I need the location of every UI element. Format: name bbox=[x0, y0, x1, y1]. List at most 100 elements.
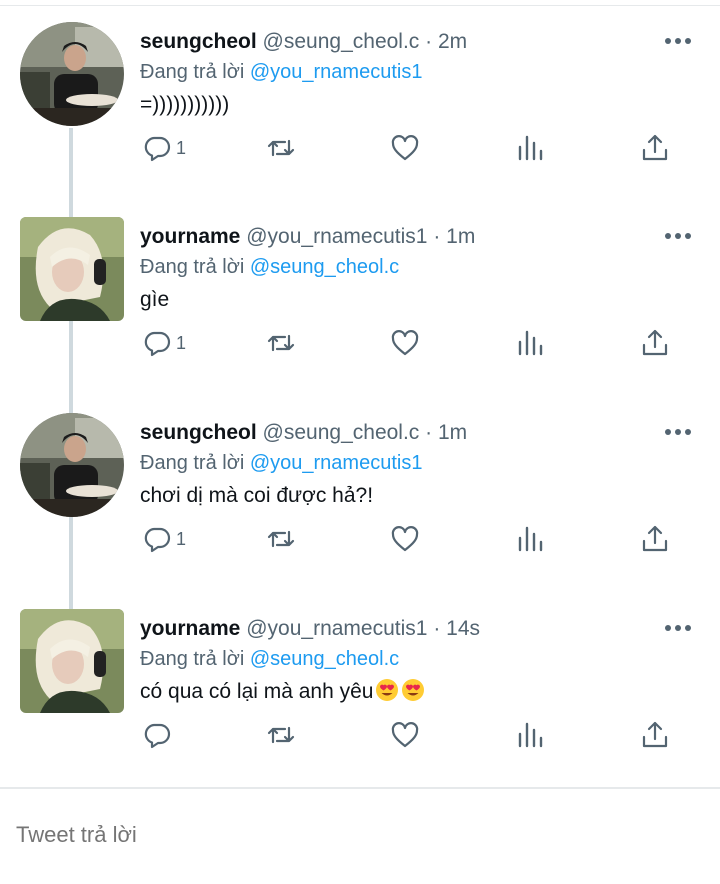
tweet-text: có qua có lại mà anh yêu bbox=[140, 677, 425, 707]
display-name[interactable]: seungcheol bbox=[140, 30, 257, 53]
retweet-button[interactable] bbox=[266, 719, 296, 751]
reply-count: 1 bbox=[176, 332, 187, 353]
reply-count: 1 bbox=[176, 137, 187, 158]
reply-button[interactable]: 1 bbox=[142, 132, 186, 164]
tweet-text: gìe bbox=[140, 288, 170, 311]
views-button[interactable] bbox=[516, 132, 546, 164]
display-name[interactable]: seungcheol bbox=[140, 421, 257, 444]
views-button[interactable] bbox=[516, 719, 546, 751]
retweet-icon bbox=[266, 720, 296, 750]
mention-link[interactable]: @you_rnamecutis1 bbox=[250, 61, 423, 83]
timestamp[interactable]: 14s bbox=[446, 617, 480, 640]
action-bar bbox=[0, 719, 720, 751]
reply-button[interactable]: 1 bbox=[142, 523, 186, 555]
more-icon[interactable] bbox=[664, 425, 692, 439]
mention-link[interactable]: @you_rnamecutis1 bbox=[250, 452, 423, 474]
tweet[interactable]: yourname @you_rnamecutis1 · 14s Đang trả… bbox=[0, 587, 720, 783]
user-handle[interactable]: @you_rnamecutis1 bbox=[246, 617, 427, 640]
heart-icon bbox=[390, 720, 420, 750]
tweet-header: seungcheol @seung_cheol.c · 1m bbox=[140, 419, 467, 447]
replying-to: Đang trả lời @seung_cheol.c bbox=[140, 645, 399, 673]
timestamp[interactable]: 2m bbox=[438, 30, 467, 53]
retweet-icon bbox=[266, 524, 296, 554]
retweet-button[interactable] bbox=[266, 523, 296, 555]
composer-divider bbox=[0, 787, 720, 789]
more-icon[interactable] bbox=[664, 621, 692, 635]
like-button[interactable] bbox=[390, 132, 420, 164]
like-button[interactable] bbox=[390, 719, 420, 751]
avatar[interactable] bbox=[20, 217, 124, 321]
reply-icon bbox=[142, 133, 172, 163]
share-icon bbox=[640, 133, 670, 163]
tweet-text-body: có qua có lại mà anh yêu bbox=[140, 680, 374, 703]
retweet-button[interactable] bbox=[266, 132, 296, 164]
retweet-button[interactable] bbox=[266, 327, 296, 359]
tweet[interactable]: yourname @you_rnamecutis1 · 1m Đang trả … bbox=[0, 195, 720, 391]
avatar[interactable] bbox=[20, 413, 124, 517]
replying-to: Đang trả lời @seung_cheol.c bbox=[140, 253, 399, 281]
mention-link[interactable]: @seung_cheol.c bbox=[250, 256, 399, 278]
tweet[interactable]: seungcheol @seung_cheol.c · 1m Đang trả … bbox=[0, 391, 720, 587]
avatar-photo-yourname bbox=[20, 609, 124, 713]
like-button[interactable] bbox=[390, 327, 420, 359]
heart-icon bbox=[390, 524, 420, 554]
reply-icon bbox=[142, 720, 172, 750]
retweet-icon bbox=[266, 328, 296, 358]
action-bar: 1 bbox=[0, 132, 720, 164]
more-icon[interactable] bbox=[664, 34, 692, 48]
timestamp[interactable]: 1m bbox=[446, 225, 475, 248]
replying-to-label: Đang trả lời bbox=[140, 452, 245, 474]
heart-icon bbox=[390, 328, 420, 358]
user-handle[interactable]: @seung_cheol.c bbox=[263, 421, 420, 444]
share-icon bbox=[640, 524, 670, 554]
separator-dot: · bbox=[433, 617, 441, 640]
tweet-text: chơi dị mà coi được hả?! bbox=[140, 484, 374, 507]
tweet[interactable]: seungcheol @seung_cheol.c · 2m Đang trả … bbox=[0, 0, 720, 196]
action-bar: 1 bbox=[0, 523, 720, 555]
tweet-header: yourname @you_rnamecutis1 · 14s bbox=[140, 615, 480, 643]
separator-dot: · bbox=[425, 30, 433, 53]
share-button[interactable] bbox=[640, 719, 670, 751]
tweet-header: yourname @you_rnamecutis1 · 1m bbox=[140, 223, 475, 251]
heart-eyes-emoji bbox=[401, 678, 425, 702]
heart-icon bbox=[390, 133, 420, 163]
like-button[interactable] bbox=[390, 523, 420, 555]
share-button[interactable] bbox=[640, 523, 670, 555]
user-handle[interactable]: @seung_cheol.c bbox=[263, 30, 420, 53]
reply-composer-input[interactable] bbox=[16, 822, 696, 848]
replying-to-label: Đang trả lời bbox=[140, 61, 245, 83]
timestamp[interactable]: 1m bbox=[438, 421, 467, 444]
display-name[interactable]: yourname bbox=[140, 617, 240, 640]
views-button[interactable] bbox=[516, 327, 546, 359]
reply-count: 1 bbox=[176, 528, 187, 549]
replying-to-label: Đang trả lời bbox=[140, 648, 245, 670]
views-icon bbox=[516, 328, 546, 358]
views-icon bbox=[516, 720, 546, 750]
share-icon bbox=[640, 720, 670, 750]
share-button[interactable] bbox=[640, 132, 670, 164]
avatar-photo-seungcheol bbox=[20, 22, 124, 126]
display-name[interactable]: yourname bbox=[140, 225, 240, 248]
share-button[interactable] bbox=[640, 327, 670, 359]
avatar-photo-seungcheol bbox=[20, 413, 124, 517]
share-icon bbox=[640, 328, 670, 358]
tweet-text: =))))))))))) bbox=[140, 93, 230, 116]
views-button[interactable] bbox=[516, 523, 546, 555]
reply-icon bbox=[142, 524, 172, 554]
tweet-header: seungcheol @seung_cheol.c · 2m bbox=[140, 28, 467, 56]
reply-icon bbox=[142, 328, 172, 358]
mention-link[interactable]: @seung_cheol.c bbox=[250, 648, 399, 670]
retweet-icon bbox=[266, 133, 296, 163]
views-icon bbox=[516, 524, 546, 554]
replying-to: Đang trả lời @you_rnamecutis1 bbox=[140, 58, 422, 86]
action-bar: 1 bbox=[0, 327, 720, 359]
reply-button[interactable] bbox=[142, 719, 176, 751]
reply-button[interactable]: 1 bbox=[142, 327, 186, 359]
more-icon[interactable] bbox=[664, 229, 692, 243]
user-handle[interactable]: @you_rnamecutis1 bbox=[246, 225, 427, 248]
avatar-photo-yourname bbox=[20, 217, 124, 321]
avatar[interactable] bbox=[20, 609, 124, 713]
replying-to-label: Đang trả lời bbox=[140, 256, 245, 278]
avatar[interactable] bbox=[20, 22, 124, 126]
separator-dot: · bbox=[433, 225, 441, 248]
